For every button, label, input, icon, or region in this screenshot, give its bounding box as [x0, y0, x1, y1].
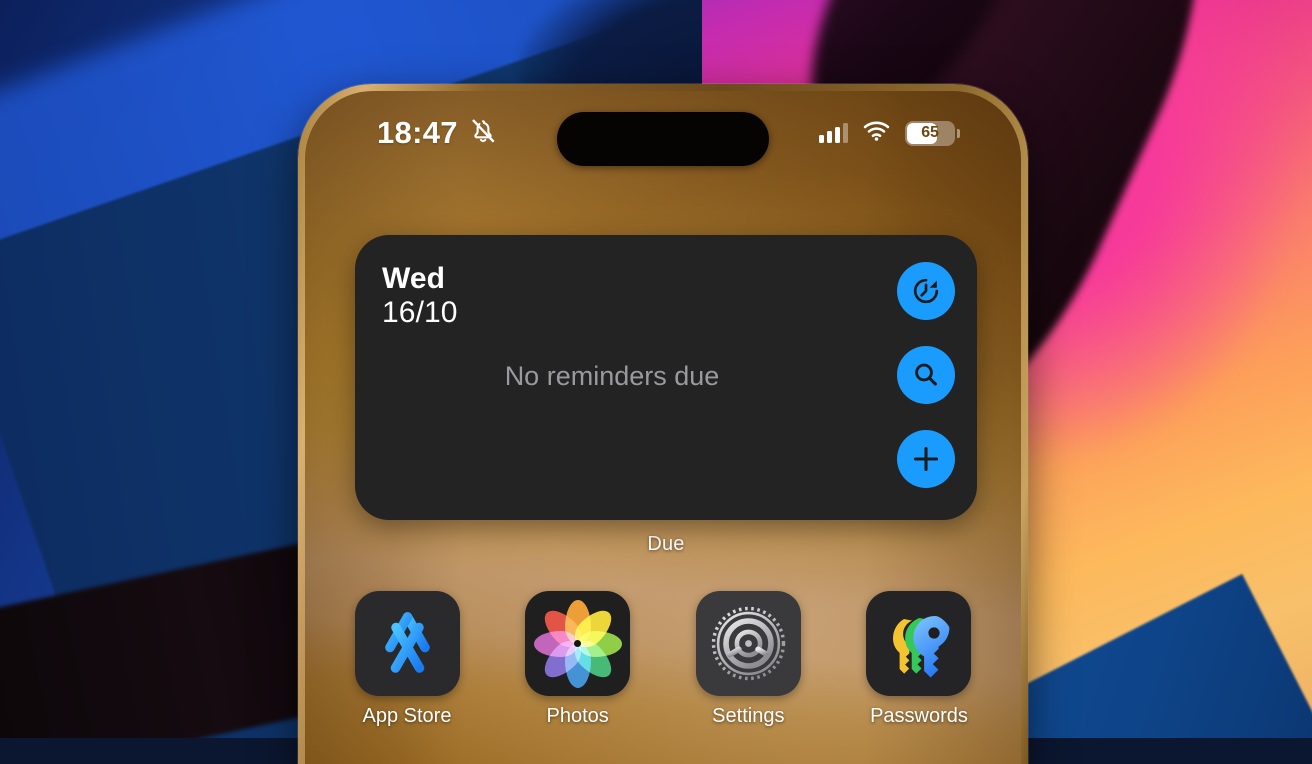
photos-icon[interactable] — [525, 591, 630, 696]
bell-slash-icon — [468, 116, 498, 151]
passwords-icon[interactable] — [866, 591, 971, 696]
status-time: 18:47 — [377, 115, 458, 151]
battery-percent-label: 65 — [905, 124, 955, 142]
reminders-widget[interactable]: Wed 16/10 No reminders due — [355, 235, 977, 520]
cellular-bars-icon — [819, 123, 848, 143]
settings-icon[interactable] — [696, 591, 801, 696]
home-screen-app-row: App Store Photos — [351, 591, 975, 728]
app-item-passwords[interactable]: Passwords — [863, 591, 975, 728]
widget-date: 16/10 — [382, 297, 458, 329]
app-item-settings[interactable]: Settings — [692, 591, 804, 728]
widget-action-buttons — [897, 262, 955, 488]
app-label: Photos — [547, 705, 609, 728]
add-button[interactable] — [897, 430, 955, 488]
dynamic-island[interactable] — [557, 112, 769, 166]
widget-date-block: Wed 16/10 — [382, 263, 458, 329]
widget-label: Due — [355, 533, 977, 556]
timer-icon — [908, 273, 944, 309]
app-item-photos[interactable]: Photos — [522, 591, 634, 728]
battery-icon: 65 — [905, 121, 955, 146]
app-label: App Store — [363, 705, 452, 728]
app-item-app-store[interactable]: App Store — [351, 591, 463, 728]
app-label: Passwords — [870, 705, 968, 728]
plus-icon — [909, 442, 943, 476]
timer-button[interactable] — [897, 262, 955, 320]
app-store-icon[interactable] — [355, 591, 460, 696]
status-bar-right: 65 — [819, 120, 955, 146]
status-bar-left: 18:47 — [377, 115, 498, 151]
wifi-icon — [863, 120, 890, 146]
device-screen[interactable]: 18:47 — [305, 91, 1021, 764]
search-button[interactable] — [897, 346, 955, 404]
widget-weekday: Wed — [382, 263, 458, 295]
iphone-device: 18:47 — [298, 84, 1028, 764]
battery-cap — [957, 129, 960, 138]
reminders-widget-container: Wed 16/10 No reminders due — [355, 235, 977, 556]
search-icon — [909, 358, 943, 392]
widget-empty-state: No reminders due — [355, 361, 869, 392]
app-label: Settings — [712, 705, 784, 728]
